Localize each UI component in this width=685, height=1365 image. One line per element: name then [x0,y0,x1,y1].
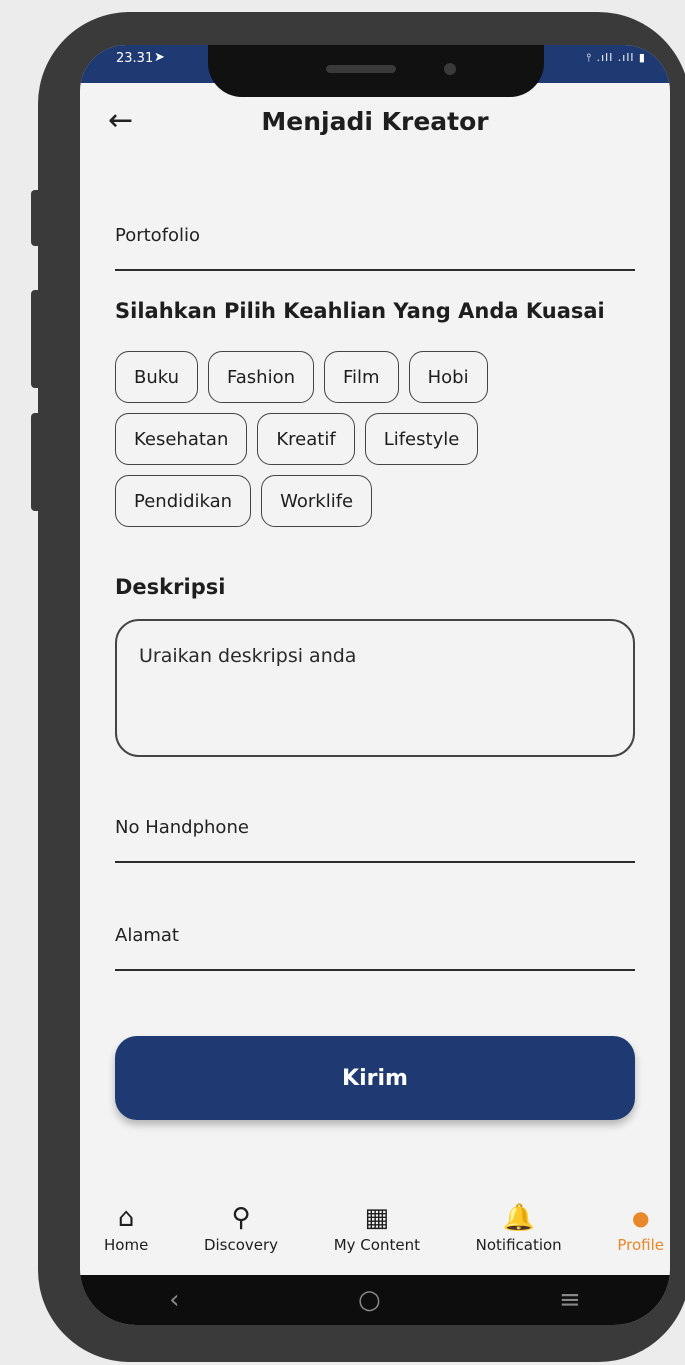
description-input[interactable]: Uraikan deskripsi anda [115,619,635,757]
nav-item-label: Discovery [203,1236,279,1254]
system-recents-icon[interactable]: ≡ [559,1285,581,1315]
skill-chip-lifestyle[interactable]: Lifestyle [364,413,479,465]
page-title: Menjadi Kreator [261,107,489,136]
skill-chip-kesehatan[interactable]: Kesehatan [115,413,248,465]
search-icon: ⚲ [231,1203,251,1233]
skills-chip-row: Kesehatan Kreatif Lifestyle [115,413,635,465]
speaker-grille [326,65,396,73]
signal-icon: ⫯ .ıll .ıll ▮ [586,51,646,64]
skill-chip-worklife[interactable]: Worklife [261,475,373,527]
address-label: Alamat [115,925,179,946]
portfolio-field[interactable]: Portofolio [115,225,635,271]
description-title: Deskripsi [115,575,226,599]
nav-item-label: My Content [333,1236,420,1254]
system-home-icon[interactable]: ○ [358,1285,381,1315]
status-time: 23.31 [116,51,154,66]
skill-chip-pendidikan[interactable]: Pendidikan [115,475,252,527]
skill-chip-fashion[interactable]: Fashion [208,351,314,403]
skill-chip-kreatif[interactable]: Kreatif [257,413,355,465]
telegram-icon: ➤ [154,50,165,65]
skill-chip-hobi[interactable]: Hobi [408,351,488,403]
app-screen: 23.31 ➤ ⫯ .ıll .ıll ▮ ← Menjadi Kreator … [80,45,670,1325]
home-icon: ⌂ [117,1203,135,1233]
front-camera [444,63,456,75]
camera-notch [208,45,544,97]
skills-chip-group: Buku Fashion Film Hobi Kesehatan Kreatif Lifes… [115,351,635,537]
portfolio-label: Portofolio [115,225,201,246]
system-back-icon[interactable]: ‹ [169,1285,179,1315]
skill-chip-film[interactable]: Film [324,351,399,403]
nav-item-label: Home [104,1236,149,1254]
phone-number-label: No Handphone [115,817,249,838]
skills-chip-row: Buku Fashion Film Hobi [115,351,635,403]
nav-item-label: Notification [475,1236,562,1254]
skills-chip-row: Pendidikan Worklife [115,475,635,527]
system-navigation-bar: ‹ ○ ≡ [80,1275,670,1325]
submit-button[interactable]: Kirim [115,1036,635,1120]
skill-chip-buku[interactable]: Buku [115,351,199,403]
grid-icon: ▦ [364,1203,390,1233]
bell-icon: 🔔 [502,1203,535,1233]
description-placeholder: Uraikan deskripsi anda [139,645,357,667]
skills-title: Silahkan Pilih Keahlian Yang Anda Kuasai [115,299,605,323]
address-field[interactable]: Alamat [115,925,635,971]
phone-number-field[interactable]: No Handphone [115,817,635,863]
person-icon: ● [631,1206,650,1230]
nav-item-label: Profile [617,1236,664,1254]
